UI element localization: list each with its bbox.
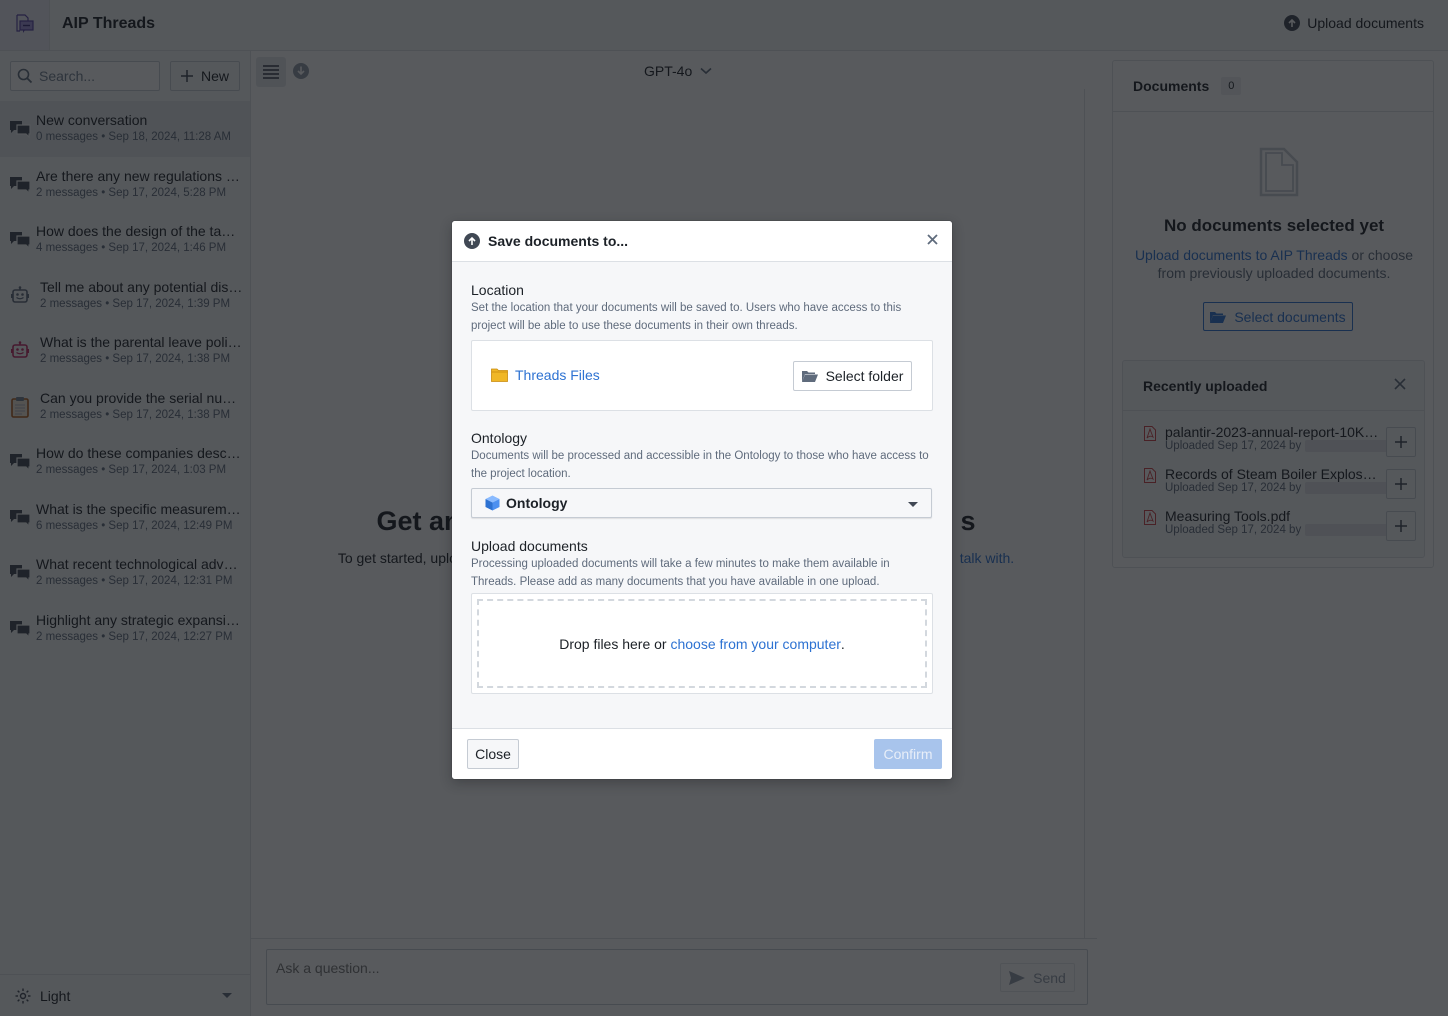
drop-end: .: [840, 635, 845, 652]
dialog-header: Save documents to...: [452, 221, 952, 262]
folder-icon: [491, 368, 508, 382]
upload-section: Upload documents Processing uploaded doc…: [471, 538, 933, 694]
save-documents-dialog: Save documents to... Location Set the lo…: [452, 221, 952, 779]
file-drop-zone[interactable]: Drop files here or choose from your comp…: [471, 593, 933, 694]
location-box: Threads Files Select folder: [471, 340, 933, 411]
select-folder-button[interactable]: Select folder: [793, 361, 912, 391]
ontology-description: Documents will be processed and accessib…: [471, 450, 929, 480]
close-icon[interactable]: [927, 234, 938, 245]
close-button[interactable]: Close: [467, 739, 519, 769]
cube-icon: [485, 495, 500, 511]
ontology-select[interactable]: Ontology: [471, 488, 932, 518]
ontology-label: Ontology: [471, 430, 528, 446]
upload-description: Processing uploaded documents will take …: [471, 558, 890, 588]
upload-label: Upload documents: [471, 538, 588, 554]
selected-folder-link[interactable]: Threads Files: [491, 367, 600, 383]
ontology-selected-value: Ontology: [506, 495, 568, 511]
location-label: Location: [471, 282, 524, 298]
choose-from-computer-link[interactable]: choose from your computer: [670, 636, 840, 652]
ontology-section: Ontology Documents will be processed and…: [471, 430, 933, 518]
confirm-button[interactable]: Confirm: [874, 739, 942, 769]
folder-name: Threads Files: [515, 367, 600, 383]
folder-open-icon: [801, 371, 818, 382]
dialog-footer: Close Confirm: [452, 728, 952, 779]
upload-icon: [464, 233, 480, 249]
dialog-title: Save documents to...: [488, 233, 629, 249]
caret-down-icon: [908, 502, 918, 507]
file-drop-inner[interactable]: Drop files here or choose from your comp…: [477, 599, 927, 688]
dialog-body: Location Set the location that your docu…: [471, 282, 933, 694]
drop-text: Drop files here or: [559, 635, 667, 652]
select-folder-label: Select folder: [825, 368, 904, 384]
location-description: Set the location that your documents wil…: [471, 302, 902, 332]
